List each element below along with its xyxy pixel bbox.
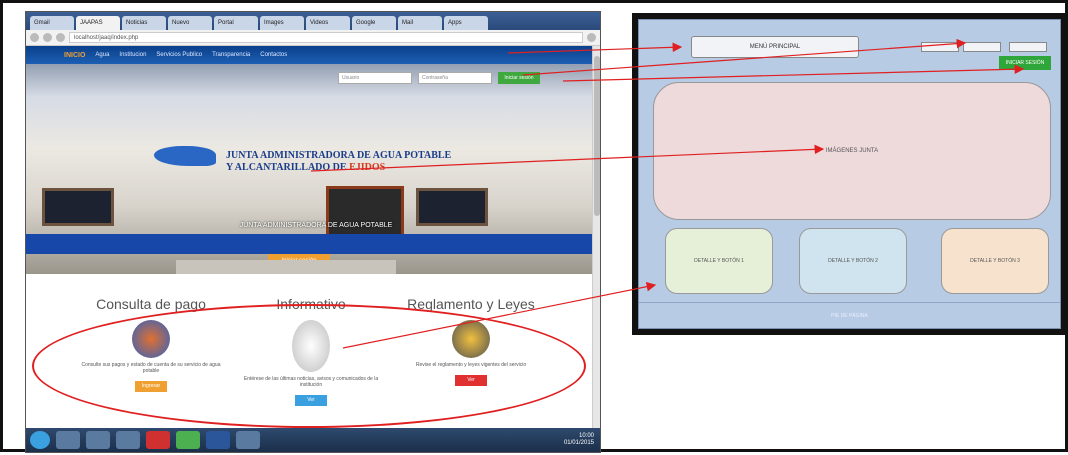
menu-icon[interactable]: [587, 33, 596, 42]
browser-tab[interactable]: Gmail: [30, 16, 74, 30]
tab-bar: Gmail JAAPAS Noticias Nuevo Portal Image…: [26, 12, 600, 30]
browser-tab[interactable]: Google: [352, 16, 396, 30]
mock-main-menu: MENÚ PRINCIPAL: [691, 36, 859, 58]
banner-line-2-wrap: Y ALCANTARILLADO DE EJIDOS: [226, 162, 451, 174]
back-icon[interactable]: [30, 33, 39, 42]
browser-tab[interactable]: Apps: [444, 16, 488, 30]
nav-item[interactable]: Transparencia: [212, 52, 250, 58]
paint-icon[interactable]: [236, 431, 260, 449]
browser-tab[interactable]: Mail: [398, 16, 442, 30]
mock-field-3: [1009, 42, 1047, 52]
window-shape: [42, 188, 114, 226]
scrollbar[interactable]: [592, 46, 600, 430]
blue-wall-band: [26, 234, 600, 254]
banner-line-1: JUNTA ADMINISTRADORA DE AGUA POTABLE: [226, 150, 452, 161]
mock-detail-1: DETALLE Y BOTÓN 1: [665, 228, 773, 294]
red-highlight-oval: [32, 304, 586, 428]
media-icon[interactable]: [86, 431, 110, 449]
scrollbar-thumb[interactable]: [594, 56, 600, 216]
word-icon[interactable]: [206, 431, 230, 449]
mock-field-1: [921, 42, 959, 52]
browser-window: Gmail JAAPAS Noticias Nuevo Portal Image…: [25, 11, 601, 453]
forward-icon[interactable]: [43, 33, 52, 42]
mock-login-button: INICIAR SESIÓN: [999, 56, 1051, 70]
mockup-canvas: MENÚ PRINCIPAL INICIAR SESIÓN IMÁGENES J…: [638, 19, 1061, 329]
login-form: Usuario Contraseña Iniciar sesión: [338, 72, 540, 84]
browser-tab[interactable]: Nuevo: [168, 16, 212, 30]
nav-item[interactable]: Servicios Publico: [156, 52, 202, 58]
building-windows: [42, 188, 488, 226]
site-nav: INICIO Agua Institucion Servicios Public…: [26, 46, 600, 64]
system-clock: 10:00 01/01/2015: [564, 433, 594, 447]
nav-item[interactable]: Institucion: [119, 52, 146, 58]
mock-field-2: [963, 42, 1001, 52]
banner-place: EJIDOS: [349, 162, 386, 173]
browser-tab-active[interactable]: JAAPAS: [76, 16, 120, 30]
nav-item[interactable]: Contactos: [260, 52, 287, 58]
banner-line-2: Y ALCANTARILLADO DE: [226, 162, 347, 173]
window-shape: [416, 188, 488, 226]
chrome-icon[interactable]: [176, 431, 200, 449]
browser-tab[interactable]: Images: [260, 16, 304, 30]
mock-detail-2: DETALLE Y BOTÓN 2: [799, 228, 907, 294]
clock-time: 10:00: [578, 433, 594, 439]
password-input[interactable]: Contraseña: [418, 72, 492, 84]
nav-item-inicio[interactable]: INICIO: [64, 52, 85, 59]
reload-icon[interactable]: [56, 33, 65, 42]
browser-tab[interactable]: Videos: [306, 16, 350, 30]
building-steps: [176, 260, 396, 274]
building-banner: JUNTA ADMINISTRADORA DE AGUA POTABLE Y A…: [226, 150, 451, 174]
water-logo-icon: [154, 146, 216, 166]
hero-caption: JUNTA ADMINISTRADORA DE AGUA POTABLE: [239, 222, 393, 229]
app-icon[interactable]: [116, 431, 140, 449]
folder-icon[interactable]: [56, 431, 80, 449]
login-button[interactable]: Iniciar sesión: [498, 72, 540, 84]
mock-detail-3: DETALLE Y BOTÓN 3: [941, 228, 1049, 294]
mock-image-area: IMÁGENES JUNTA: [653, 82, 1051, 220]
opera-icon[interactable]: [146, 431, 170, 449]
url-field[interactable]: localhost/jaaq/index.php: [69, 32, 583, 43]
wireframe-mockup: MENÚ PRINCIPAL INICIAR SESIÓN IMÁGENES J…: [632, 13, 1067, 335]
clock-date: 01/01/2015: [563, 440, 594, 446]
browser-tab[interactable]: Noticias: [122, 16, 166, 30]
username-input[interactable]: Usuario: [338, 72, 412, 84]
browser-tab[interactable]: Portal: [214, 16, 258, 30]
address-bar: localhost/jaaq/index.php: [26, 30, 600, 46]
mock-footer: PIE DE PÁGINA: [639, 302, 1060, 328]
start-button-icon[interactable]: [30, 431, 50, 449]
nav-item[interactable]: Agua: [95, 52, 109, 58]
taskbar: 10:00 01/01/2015: [26, 428, 600, 452]
figure-frame: Gmail JAAPAS Noticias Nuevo Portal Image…: [0, 0, 1068, 453]
hero-section: INICIO Agua Institucion Servicios Public…: [26, 46, 600, 274]
